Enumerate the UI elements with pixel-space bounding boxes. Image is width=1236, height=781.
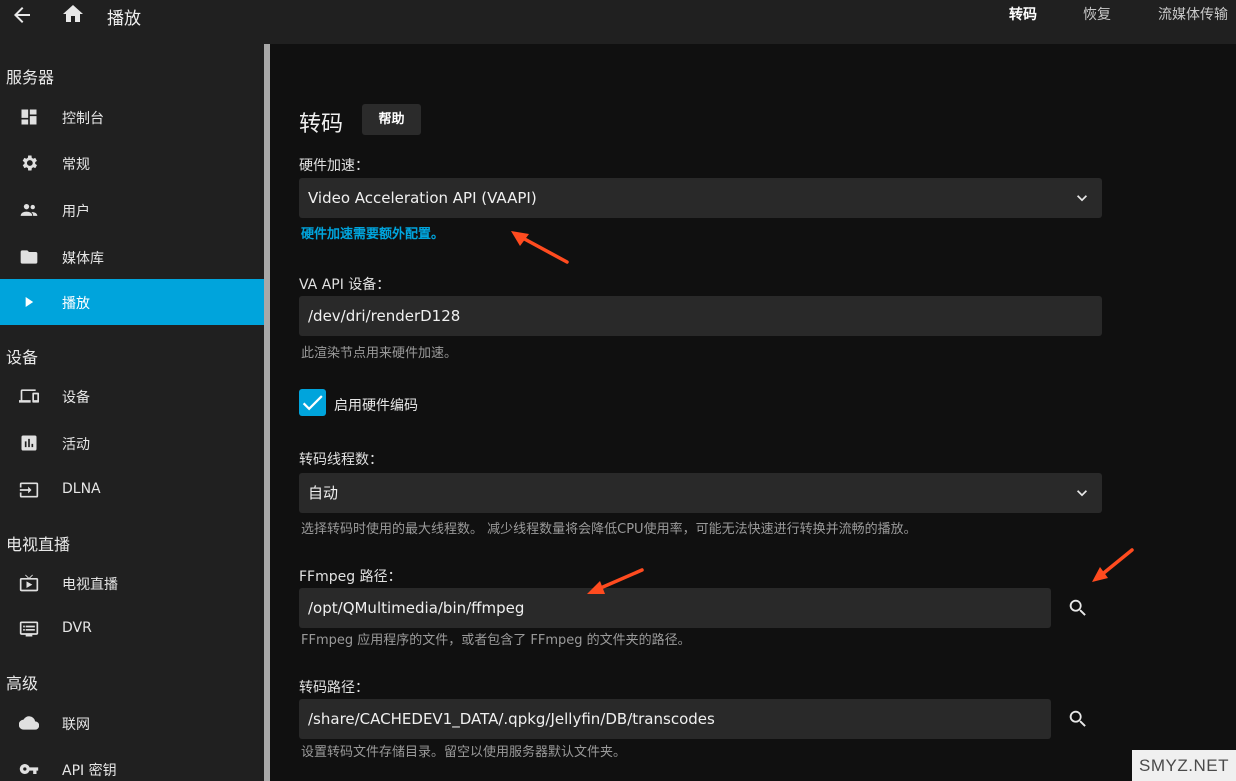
chevron-down-icon bbox=[1077, 490, 1087, 497]
search-icon[interactable] bbox=[1067, 597, 1089, 619]
annotation-arrow-icon bbox=[511, 231, 569, 264]
sidebar-item-label: DVR bbox=[62, 620, 92, 636]
chevron-down-icon bbox=[1077, 195, 1087, 202]
sidebar-item-dlna[interactable]: DLNA bbox=[0, 467, 264, 513]
watermark: SMYZ.NET bbox=[1132, 750, 1236, 781]
vaapi-device-label: VA API 设备： bbox=[299, 277, 391, 293]
hw-accel-config-link[interactable]: 硬件加速需要额外配置。 bbox=[301, 223, 444, 242]
sidebar-item-dvr[interactable]: DVR bbox=[0, 606, 264, 652]
ffmpeg-path-value: /opt/QMultimedia/bin/ffmpeg bbox=[308, 599, 525, 617]
sidebar-item-label: API 密钥 bbox=[62, 763, 117, 779]
sidebar-item-label: 控制台 bbox=[62, 111, 104, 127]
transcode-path-hint: 设置转码文件存储目录。留空以使用服务器默认文件夹。 bbox=[301, 745, 627, 760]
folder-icon bbox=[20, 250, 38, 264]
key-icon bbox=[19, 764, 39, 774]
enable-hw-encoding-label[interactable]: 启用硬件编码 bbox=[334, 395, 418, 415]
sidebar-item-label: 常规 bbox=[62, 157, 90, 173]
sidebar-item-activity[interactable]: 活动 bbox=[0, 420, 264, 466]
tab-streaming[interactable]: 流媒体传输 bbox=[1158, 4, 1228, 24]
sidebar-item-devices[interactable]: 设备 bbox=[0, 373, 264, 419]
activity-icon bbox=[21, 435, 37, 451]
hw-accel-label: 硬件加速： bbox=[299, 158, 369, 174]
transcode-path-input[interactable]: /share/CACHEDEV1_DATA/.qpkg/Jellyfin/DB/… bbox=[299, 699, 1051, 739]
dashboard-icon bbox=[21, 109, 37, 125]
search-icon[interactable] bbox=[1067, 708, 1089, 730]
section-title-advanced: 高级 bbox=[6, 674, 39, 693]
sidebar-item-users[interactable]: 用户 bbox=[0, 187, 264, 233]
play-icon bbox=[25, 297, 34, 307]
sidebar-item-label: 联网 bbox=[62, 717, 90, 733]
vaapi-device-input[interactable]: /dev/dri/renderD128 bbox=[299, 296, 1102, 336]
hw-accel-value: Video Acceleration API (VAAPI) bbox=[308, 189, 537, 207]
sidebar-item-label: DLNA bbox=[62, 481, 101, 497]
users-icon bbox=[20, 204, 38, 216]
threads-label: 转码线程数： bbox=[299, 452, 383, 468]
sidebar-item-label: 播放 bbox=[62, 296, 90, 312]
sidebar-item-label: 用户 bbox=[62, 204, 90, 220]
tab-transcoding[interactable]: 转码 bbox=[1009, 4, 1037, 24]
dlna-icon bbox=[19, 482, 39, 498]
checkmark-icon bbox=[302, 395, 323, 411]
main-content: 转码 帮助 硬件加速： Video Acceleration API (VAAP… bbox=[270, 44, 1236, 781]
section-title-server: 服务器 bbox=[6, 68, 55, 87]
cloud-icon bbox=[19, 716, 39, 730]
page-title: 转码 bbox=[299, 112, 344, 137]
sidebar-item-label: 媒体库 bbox=[62, 251, 104, 267]
section-title-livetv: 电视直播 bbox=[6, 535, 71, 554]
page-header-title: 播放 bbox=[107, 9, 141, 29]
threads-select[interactable]: 自动 bbox=[299, 473, 1102, 513]
ffmpeg-path-input[interactable]: /opt/QMultimedia/bin/ffmpeg bbox=[299, 588, 1051, 628]
sidebar-item-playback[interactable]: 播放 bbox=[0, 279, 264, 325]
gear-icon bbox=[22, 155, 37, 171]
devices-icon bbox=[19, 389, 39, 403]
sidebar-item-api-keys[interactable]: API 密钥 bbox=[0, 746, 264, 781]
hw-accel-select[interactable]: Video Acceleration API (VAAPI) bbox=[299, 178, 1102, 218]
sidebar-item-dashboard[interactable]: 控制台 bbox=[0, 94, 264, 140]
ffmpeg-path-hint: FFmpeg 应用程序的文件，或者包含了 FFmpeg 的文件夹的路径。 bbox=[301, 633, 691, 648]
help-button[interactable]: 帮助 bbox=[362, 104, 421, 135]
live-tv-icon bbox=[19, 574, 39, 592]
sidebar-item-label: 电视直播 bbox=[62, 577, 118, 593]
enable-hw-encoding-checkbox[interactable] bbox=[299, 389, 326, 416]
annotation-arrow-icon bbox=[587, 568, 644, 594]
ffmpeg-path-label: FFmpeg 路径： bbox=[299, 569, 402, 585]
sidebar-item-networking[interactable]: 联网 bbox=[0, 700, 264, 746]
back-arrow-icon[interactable] bbox=[10, 3, 34, 27]
vaapi-device-value: /dev/dri/renderD128 bbox=[308, 307, 461, 325]
section-title-devices: 设备 bbox=[6, 348, 39, 367]
tab-resume[interactable]: 恢复 bbox=[1083, 4, 1111, 24]
threads-hint: 选择转码时使用的最大线程数。 减少线程数量将会降低CPU使用率，可能无法快速进行… bbox=[301, 522, 917, 537]
threads-value: 自动 bbox=[308, 484, 339, 502]
transcode-path-value: /share/CACHEDEV1_DATA/.qpkg/Jellyfin/DB/… bbox=[308, 710, 715, 728]
annotation-arrow-icon bbox=[1092, 548, 1134, 582]
top-bar: 播放 转码 恢复 流媒体传输 bbox=[0, 0, 1236, 44]
sidebar: 服务器 控制台 常规 用户 媒体库 播放 设备 设备 活动 DLNA 电视直播 … bbox=[0, 44, 264, 781]
home-icon[interactable] bbox=[61, 2, 85, 26]
dvr-icon bbox=[19, 621, 39, 637]
vaapi-device-hint: 此渲染节点用来硬件加速。 bbox=[301, 346, 458, 361]
sidebar-item-general[interactable]: 常规 bbox=[0, 140, 264, 186]
sidebar-item-label: 活动 bbox=[62, 437, 90, 453]
sidebar-item-libraries[interactable]: 媒体库 bbox=[0, 234, 264, 280]
sidebar-item-livetv[interactable]: 电视直播 bbox=[0, 560, 264, 606]
sidebar-item-label: 设备 bbox=[62, 390, 90, 406]
transcode-path-label: 转码路径： bbox=[299, 680, 369, 696]
